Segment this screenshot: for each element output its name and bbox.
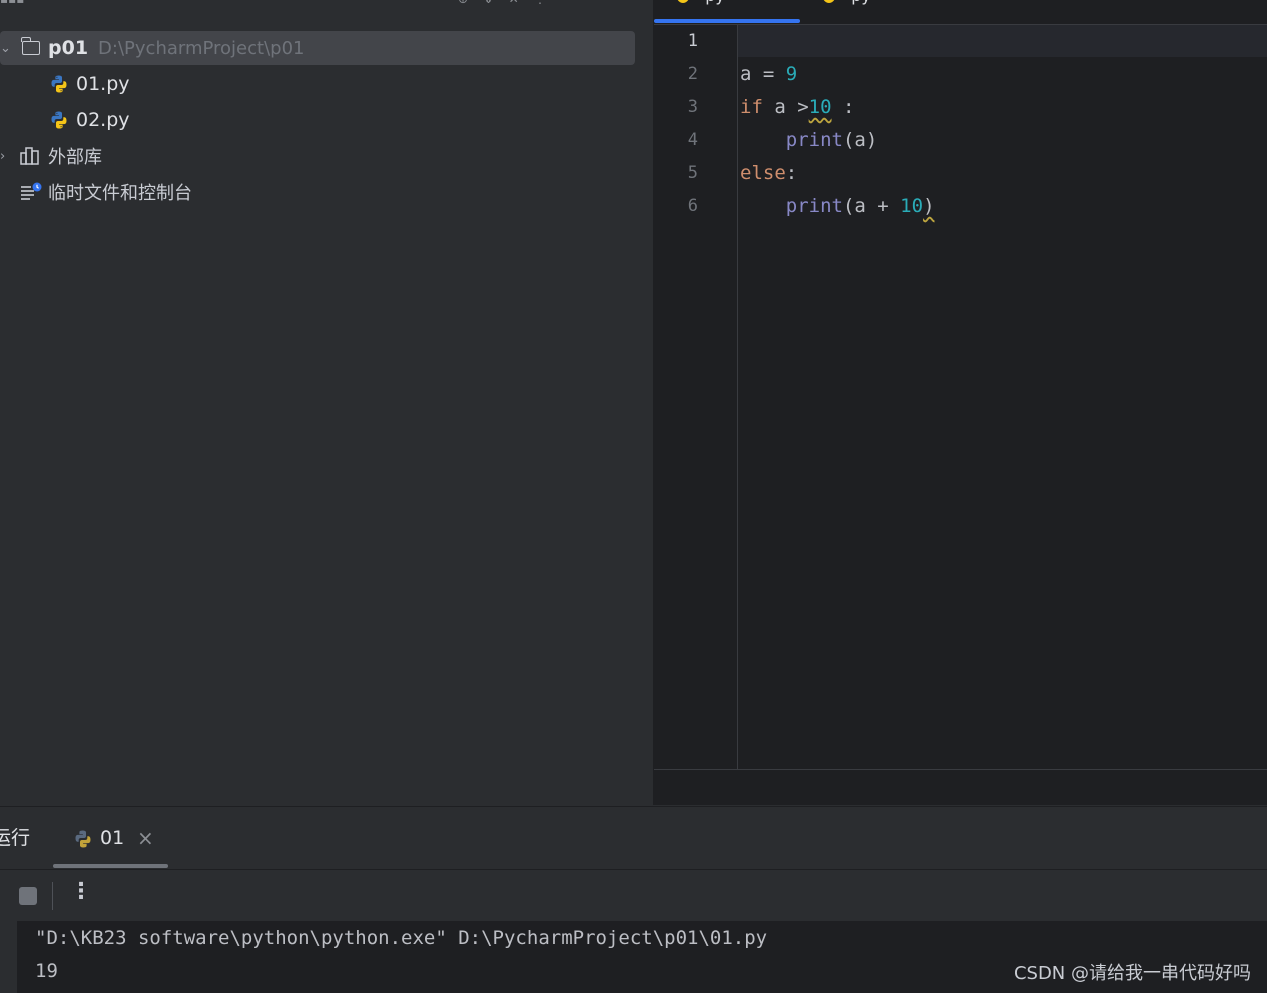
python-file-icon [51,75,67,93]
scratches-icon [21,182,42,200]
code-line-5[interactable]: else: [740,157,797,190]
arguments-open: (a + [842,195,901,217]
number-literal-warning: 10 [808,96,832,118]
project-tool-window: ▪▪▪ ⊕ ⇕ ✕ ⋮ ⌄ p01 D:\PycharmProject\p01 … [0,0,653,805]
number-literal: 10 [900,195,924,217]
project-toolbar-stub: ▪▪▪ [0,0,24,6]
chevron-right-icon[interactable]: › [0,149,20,164]
toolbar-separator [52,882,53,910]
chevron-down-icon[interactable]: ⌄ [0,41,20,56]
editor-tab-01[interactable]: ● ··py [676,0,725,5]
number-literal: 9 [785,63,798,85]
operator: = [751,63,786,85]
line-number: 3 [687,97,698,117]
run-tab[interactable]: 01 × [53,807,168,869]
colon: : [785,162,798,184]
line-number-gutter: 1 2 3 4 5 6 [654,25,738,769]
library-icon [20,147,39,165]
file-name: 01.py [76,73,130,95]
external-libraries-label: 外部库 [48,147,102,168]
code-line-2[interactable]: a = 9 [740,58,797,91]
active-tab-indicator [654,19,800,23]
tree-item-project-root[interactable]: ⌄ p01 D:\PycharmProject\p01 [0,31,635,65]
more-options-icon[interactable]: ⋮ [70,879,92,904]
line-number: 2 [687,64,698,84]
code-line-3[interactable]: if a >10 : [740,91,854,124]
builtin-function: print [785,195,843,217]
watermark-text: CSDN @请给我一串代码好吗 [1013,963,1251,984]
editor-tab-bar: ● ··py ● ··py [654,0,1267,25]
run-panel-title: 运行 [0,827,31,849]
closing-paren-warning: ) [923,195,935,217]
scratches-label: 临时文件和控制台 [48,183,192,204]
builtin-function: print [785,129,843,151]
editor-tab-02[interactable]: ● ··py [822,0,871,5]
line-number: 5 [687,163,698,183]
run-tab-indicator [53,864,168,868]
code-line-6[interactable]: print(a + 10) [740,190,935,223]
current-line-highlight [738,25,1267,57]
python-run-icon [75,830,91,848]
console-output-line: 19 [35,960,58,982]
close-icon[interactable]: × [137,826,154,850]
tree-item-file[interactable]: 02.py [49,103,130,137]
project-root-path: D:\PycharmProject\p01 [98,37,305,59]
run-tab-label: 01 [100,827,125,849]
code-editor[interactable]: ● ··py ● ··py 1 2 3 4 5 6 a = 9 if a >10… [654,0,1267,805]
expression: a > [762,96,809,118]
editor-bottom-border [654,769,1267,770]
identifier: a [740,63,752,85]
project-toolbar-icons[interactable]: ⊕ ⇕ ✕ ⋮ [458,0,546,6]
keyword: else [740,162,786,184]
tree-item-scratches[interactable]: 临时文件和控制台 [20,175,192,209]
run-tool-window: 运行 01 × ⋮ "D:\KB23 software\python\pytho… [0,806,1267,993]
line-number: 4 [687,130,698,150]
stop-icon[interactable] [19,887,37,905]
tree-item-external-libraries[interactable]: › 外部库 [0,139,102,173]
tree-item-file[interactable]: 01.py [49,67,130,101]
folder-icon [21,37,40,55]
keyword: if [740,96,763,118]
run-toolbar: ⋮ [0,869,1267,922]
line-number: 6 [687,196,698,216]
arguments: (a) [842,129,878,151]
python-file-icon [51,111,67,129]
code-line-4[interactable]: print(a) [740,124,878,157]
project-root-name: p01 [48,37,89,59]
console-command-line: "D:\KB23 software\python\python.exe" D:\… [35,927,768,949]
file-name: 02.py [76,109,130,131]
line-number: 1 [687,31,698,51]
colon: : [831,96,855,118]
